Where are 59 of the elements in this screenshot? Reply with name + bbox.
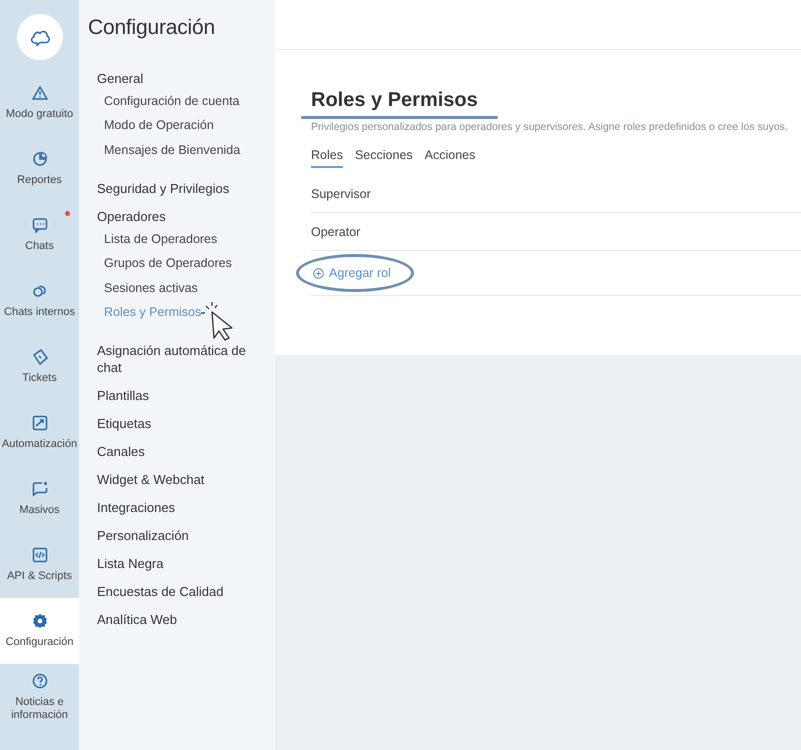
nav-label: Masivos bbox=[18, 504, 61, 517]
chat-bubbles-icon bbox=[32, 283, 48, 299]
tab[interactable]: Secciones bbox=[354, 148, 413, 168]
nav-label: Configuración bbox=[4, 636, 74, 649]
menu-section[interactable]: Operadores bbox=[97, 202, 257, 226]
nav-label: Chats internos bbox=[3, 306, 76, 319]
role-row[interactable]: Operator bbox=[311, 213, 801, 251]
menu-item[interactable]: Lista de Operadores bbox=[97, 226, 257, 251]
ticket-icon bbox=[32, 349, 48, 365]
nav-item[interactable]: Chats bbox=[0, 202, 79, 268]
nav-item[interactable]: Configuración bbox=[0, 598, 79, 664]
menu-section[interactable]: Widget & Webchat bbox=[97, 466, 257, 494]
menu-item[interactable]: Modo de Operación bbox=[97, 113, 257, 138]
panel-title: Configuración bbox=[88, 16, 216, 40]
nav-item[interactable]: Masivos bbox=[0, 466, 79, 532]
menu-section[interactable]: Canales bbox=[97, 438, 257, 466]
nav-label: Chats bbox=[24, 240, 55, 253]
nav-label: Modo gratuito bbox=[4, 108, 74, 121]
warning-icon bbox=[32, 85, 48, 101]
trend-chart-icon bbox=[32, 415, 48, 431]
help-icon bbox=[32, 672, 48, 688]
menu-section[interactable]: Plantillas bbox=[97, 382, 257, 410]
menu-section[interactable]: Lista Negra bbox=[97, 550, 257, 578]
menu-section[interactable]: Personalización bbox=[97, 522, 257, 550]
menu-item[interactable]: Sesiones activas bbox=[97, 276, 257, 300]
nav-item[interactable]: Automatización bbox=[0, 400, 79, 466]
logo[interactable] bbox=[16, 14, 62, 60]
settings-icon bbox=[32, 613, 48, 629]
nav-item[interactable]: Chats internos bbox=[0, 268, 79, 334]
menu-item[interactable]: Grupos de Operadores bbox=[97, 251, 257, 276]
nav-item[interactable]: Modo gratuito bbox=[0, 70, 79, 136]
nav-label: Tickets bbox=[21, 372, 58, 385]
menu-section[interactable]: Seguridad y Privilegios bbox=[97, 174, 257, 202]
nav-item[interactable]: Tickets bbox=[0, 334, 79, 400]
page-title: Roles y Permisos bbox=[311, 88, 478, 112]
tab[interactable]: Roles bbox=[311, 148, 343, 168]
page-description: Privilegios personalizados para operadores y supervisores. Asigne roles predefinidos o cree los suyos. bbox=[311, 121, 789, 133]
menu-section[interactable]: Integraciones bbox=[97, 494, 257, 522]
menu-item[interactable]: Configuración de cuenta bbox=[97, 88, 257, 113]
menu-item[interactable]: Mensajes de Bienvenida bbox=[97, 138, 257, 162]
nav-item[interactable]: API & Scripts bbox=[0, 532, 79, 598]
pie-chart-icon bbox=[32, 151, 48, 167]
role-row[interactable]: Supervisor bbox=[311, 175, 801, 213]
message-icon bbox=[32, 481, 48, 497]
nav-label: Automatización bbox=[0, 438, 78, 451]
nav-item[interactable]: Noticias e información bbox=[0, 664, 79, 730]
code-icon bbox=[32, 547, 48, 563]
nav-item[interactable]: Reportes bbox=[0, 136, 79, 202]
chat-bubble-icon bbox=[32, 217, 48, 233]
menu-section[interactable]: General bbox=[97, 64, 257, 88]
menu-section[interactable]: Asignación automática de chat bbox=[97, 336, 257, 382]
plus-circle-icon bbox=[313, 268, 324, 278]
menu-section[interactable]: Analítica Web bbox=[97, 606, 257, 634]
nav-label: API & Scripts bbox=[6, 570, 73, 583]
menu-section[interactable]: Etiquetas bbox=[97, 410, 257, 438]
tab[interactable]: Acciones bbox=[424, 148, 476, 168]
nav-label: Reportes bbox=[16, 174, 63, 187]
menu-section[interactable]: Encuestas de Calidad bbox=[97, 578, 257, 606]
nav-label: Noticias e información bbox=[10, 696, 69, 722]
